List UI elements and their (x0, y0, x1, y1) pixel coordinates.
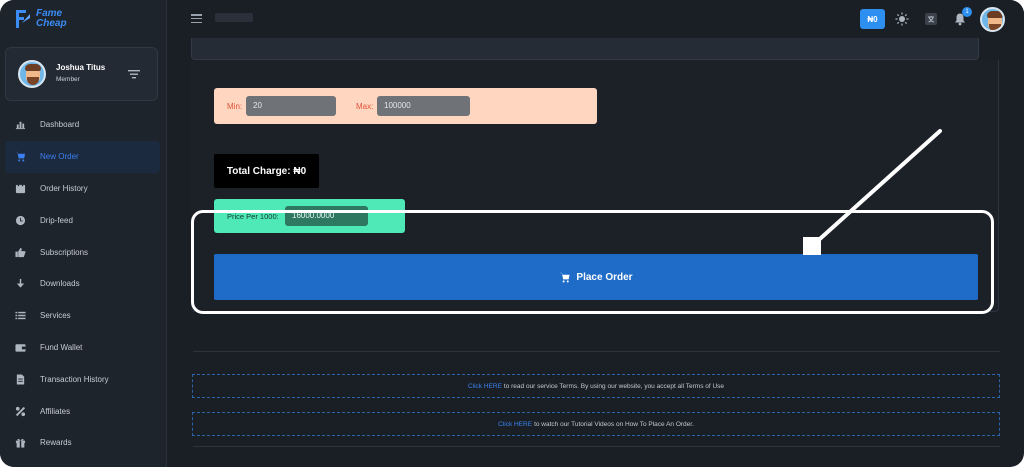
avatar[interactable] (18, 60, 46, 88)
wallet-icon (14, 341, 26, 353)
sidebar-item-label: Affiliates (40, 406, 71, 416)
sidebar-item-label: Drip-feed (40, 215, 73, 225)
sidebar-item-transaction-history[interactable]: Transaction History (5, 363, 160, 395)
max-quantity-field: 100000 (377, 96, 470, 116)
order-panel: Min: 20 Max: 100000 Total Charge: ₦0 Pri… (191, 60, 999, 312)
price-label: Price Per 1000: (227, 212, 279, 221)
sidebar-item-affiliates[interactable]: Affiliates (5, 395, 160, 427)
total-charge: Total Charge: ₦0 (214, 154, 319, 188)
logo-icon (16, 10, 30, 28)
sun-icon[interactable] (895, 12, 909, 26)
sidebar-item-label: New Order (40, 152, 79, 162)
tutorial-text: to watch our Tutorial Videos on How To P… (534, 420, 694, 428)
thumbs-up-icon (14, 246, 26, 258)
app-window: Fame Cheap Joshua Titus Member Dashboard (0, 0, 1024, 467)
chart-bar-icon (14, 119, 26, 131)
translate-icon[interactable] (924, 12, 938, 26)
cart-icon (14, 151, 26, 163)
tutorial-notice: Click HERE to watch our Tutorial Videos … (192, 412, 1000, 436)
place-order-label: Place Order (576, 271, 633, 283)
sidebar-item-drip-feed[interactable]: Drip-feed (5, 204, 160, 236)
balance-badge[interactable]: ₦0 (860, 9, 885, 29)
price-box: Price Per 1000: 16000.0000 (214, 199, 405, 233)
notification-badge: 1 (962, 7, 972, 17)
sidebar-item-order-history[interactable]: Order History (5, 173, 160, 205)
sidebar-item-label: Rewards (40, 438, 72, 448)
percent-icon (14, 405, 26, 417)
calendar-icon (14, 182, 26, 194)
user-role: Member (56, 76, 80, 83)
brand-name-line2: Cheap (36, 18, 67, 29)
divider (193, 351, 1000, 352)
sidebar-item-dashboard[interactable]: Dashboard (5, 109, 160, 141)
sidebar-nav: Dashboard New Order Order History Drip-f… (5, 109, 160, 459)
user-name: Joshua Titus (56, 63, 106, 72)
page-title-placeholder (215, 13, 253, 22)
sidebar-item-label: Fund Wallet (40, 342, 83, 352)
avatar[interactable] (980, 7, 1005, 32)
sidebar-item-label: Subscriptions (40, 247, 89, 257)
min-label: Min: (227, 102, 243, 111)
menu-icon[interactable] (191, 14, 202, 24)
min-quantity-field: 20 (246, 96, 336, 116)
price-per-1000-field: 16000.0000 (285, 206, 368, 226)
sidebar-item-new-order[interactable]: New Order (5, 140, 160, 173)
terms-link[interactable]: Click HERE (468, 383, 502, 390)
min-max-box: Min: 20 Max: 100000 (214, 88, 597, 124)
brand-name: Fame Cheap (36, 9, 67, 29)
sidebar-item-fund-wallet[interactable]: Fund Wallet (5, 332, 160, 364)
sidebar-item-label: Dashboard (40, 120, 80, 130)
sidebar-item-label: Downloads (40, 279, 80, 289)
max-label: Max: (356, 102, 374, 111)
sidebar-item-label: Services (40, 311, 71, 321)
terms-text: to read our service Terms. By using our … (503, 382, 725, 390)
sidebar-item-services[interactable]: Services (5, 300, 160, 332)
top-bar: ₦0 1 (167, 0, 1024, 38)
file-icon (14, 373, 26, 385)
tutorial-link[interactable]: Click HERE (498, 421, 532, 428)
divider (193, 446, 1000, 447)
sidebar: Fame Cheap Joshua Titus Member Dashboard (0, 0, 167, 467)
user-profile-card: Joshua Titus Member (5, 47, 158, 101)
sidebar-item-rewards[interactable]: Rewards (5, 427, 160, 459)
brand-logo[interactable]: Fame Cheap (14, 8, 67, 30)
cart-icon (559, 272, 571, 282)
terms-notice: Click HERE to read our service Terms. By… (192, 374, 1000, 398)
sidebar-item-subscriptions[interactable]: Subscriptions (5, 236, 160, 268)
filter-icon[interactable] (127, 68, 141, 80)
clock-icon (14, 214, 26, 226)
sidebar-item-downloads[interactable]: Downloads (5, 268, 160, 300)
sidebar-item-label: Order History (40, 183, 88, 193)
arrow-down-icon (14, 278, 26, 290)
description-box (191, 38, 979, 60)
list-icon (14, 310, 26, 322)
place-order-button[interactable]: Place Order (214, 254, 978, 300)
sidebar-item-label: Transaction History (40, 374, 109, 384)
gift-icon (14, 437, 26, 449)
